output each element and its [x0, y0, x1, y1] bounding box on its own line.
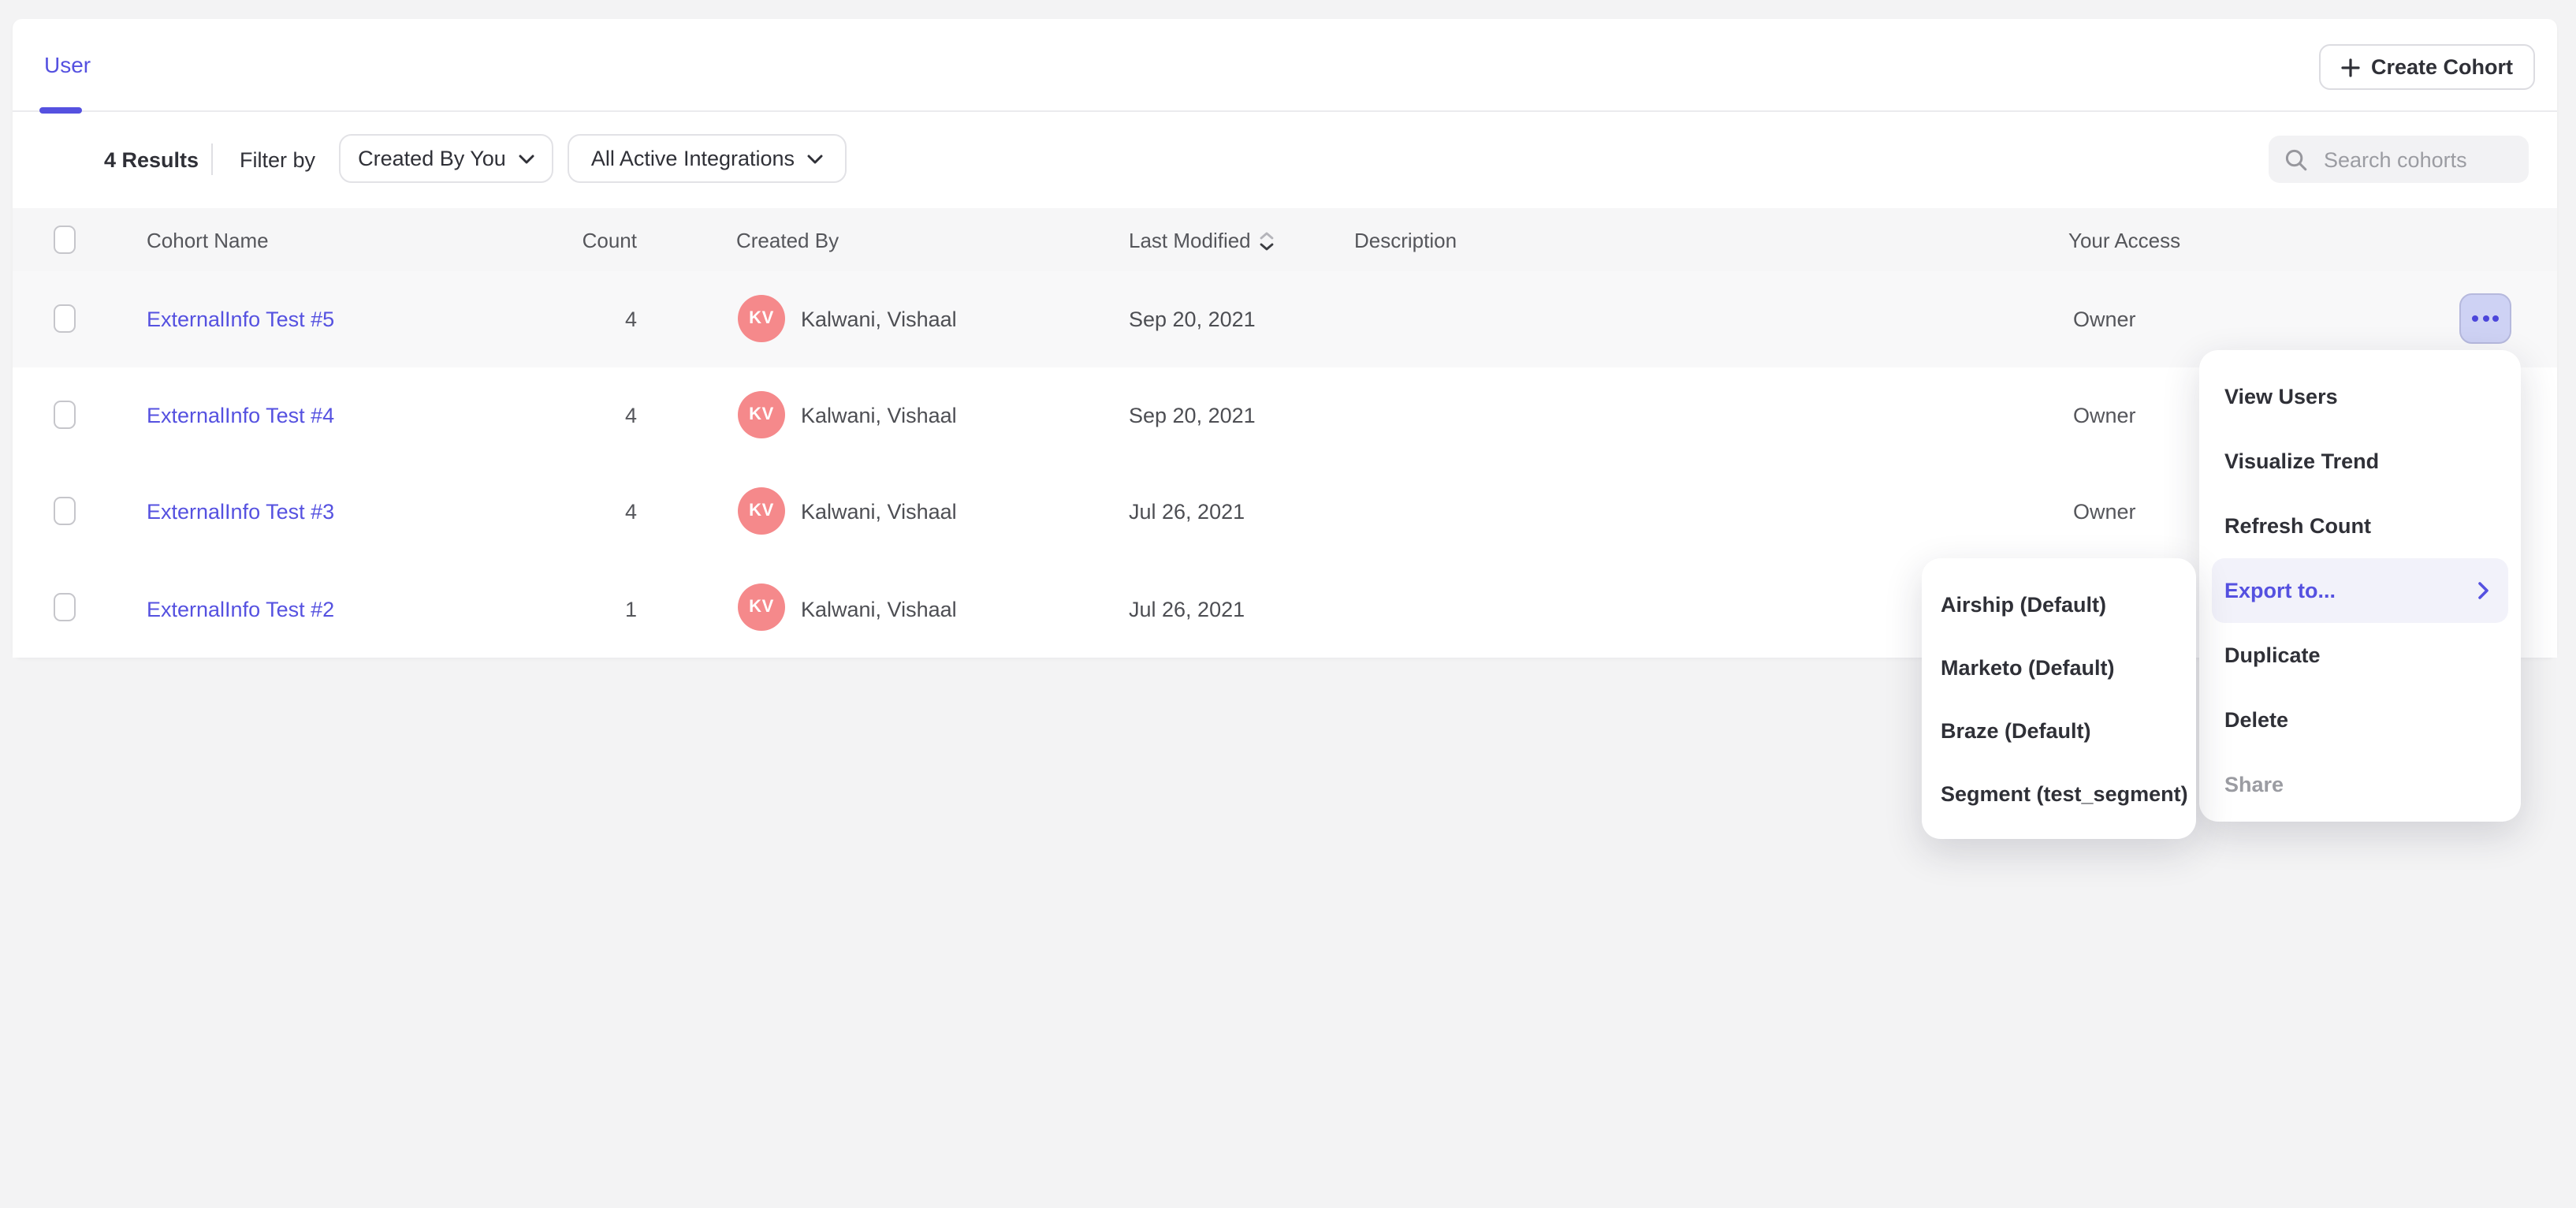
column-header-last-modified-label: Last Modified: [1129, 228, 1251, 252]
cohort-name-link[interactable]: ExternalInfo Test #4: [147, 367, 334, 464]
export-submenu: Airship (Default) Marketo (Default) Braz…: [1922, 558, 2196, 839]
avatar: KV: [738, 583, 785, 631]
count-cell: 1: [486, 560, 637, 658]
column-header-description[interactable]: Description: [1354, 208, 1457, 271]
tab-user-label: User: [44, 52, 91, 77]
count-cell: 4: [486, 367, 637, 464]
last-modified-cell: Jul 26, 2021: [1129, 464, 1245, 560]
avatar: KV: [738, 391, 785, 438]
submenu-item-marketo[interactable]: Marketo (Default): [1922, 636, 2196, 699]
row-checkbox[interactable]: [54, 497, 76, 525]
plus-icon: [2341, 58, 2360, 76]
tab-bar: User Create Cohort: [13, 19, 2557, 112]
menu-item-export-to-label: Export to...: [2224, 579, 2336, 602]
access-cell: Owner: [2073, 367, 2136, 464]
search-cohorts-input[interactable]: [2321, 146, 2513, 173]
chevron-right-icon: [2478, 582, 2489, 599]
last-modified-cell: Sep 20, 2021: [1129, 271, 1256, 367]
select-all-checkbox[interactable]: [54, 226, 76, 254]
column-header-your-access[interactable]: Your Access: [2068, 208, 2180, 271]
row-checkbox[interactable]: [54, 304, 76, 333]
submenu-item-airship[interactable]: Airship (Default): [1922, 572, 2196, 636]
menu-item-share: Share: [2199, 752, 2521, 817]
create-cohort-label: Create Cohort: [2371, 55, 2513, 79]
filter-by-label: Filter by: [240, 110, 315, 208]
cohort-name-link[interactable]: ExternalInfo Test #5: [147, 271, 334, 367]
column-header-last-modified[interactable]: Last Modified: [1129, 208, 1275, 271]
created-by-cell: Kalwani, Vishaal: [801, 367, 957, 464]
cohorts-page: User Create Cohort 4 Results Filter by C…: [0, 0, 2576, 1208]
create-cohort-button[interactable]: Create Cohort: [2319, 44, 2535, 90]
count-cell: 4: [486, 464, 637, 560]
row-checkbox[interactable]: [54, 593, 76, 621]
created-by-cell: Kalwani, Vishaal: [801, 464, 957, 560]
table-row[interactable]: ExternalInfo Test #4 4 KV Kalwani, Visha…: [13, 367, 2557, 465]
submenu-item-segment[interactable]: Segment (test_segment): [1922, 762, 2196, 825]
menu-item-export-to[interactable]: Export to...: [2212, 558, 2508, 623]
menu-item-delete[interactable]: Delete: [2199, 688, 2521, 752]
submenu-item-braze[interactable]: Braze (Default): [1922, 699, 2196, 762]
chevron-down-icon: [519, 154, 534, 163]
menu-item-duplicate[interactable]: Duplicate: [2199, 623, 2521, 688]
table-row[interactable]: ExternalInfo Test #5 4 KV Kalwani, Visha…: [13, 271, 2557, 369]
column-header-created-by[interactable]: Created By: [736, 208, 839, 271]
created-by-filter-dropdown[interactable]: Created By You: [339, 134, 553, 183]
results-count: 4 Results: [104, 110, 199, 208]
last-modified-cell: Jul 26, 2021: [1129, 560, 1245, 658]
created-by-filter-value: Created By You: [358, 147, 506, 170]
integrations-filter-value: All Active Integrations: [591, 147, 795, 170]
divider: [211, 144, 213, 175]
row-context-menu: View Users Visualize Trend Refresh Count…: [2199, 350, 2521, 822]
table-row[interactable]: ExternalInfo Test #3 4 KV Kalwani, Visha…: [13, 464, 2557, 561]
menu-item-view-users[interactable]: View Users: [2199, 364, 2521, 429]
cohort-name-link[interactable]: ExternalInfo Test #3: [147, 464, 334, 560]
avatar: KV: [738, 295, 785, 342]
ellipsis-icon: [2472, 315, 2478, 322]
column-header-cohort-name[interactable]: Cohort Name: [147, 208, 269, 271]
access-cell: Owner: [2073, 271, 2136, 367]
avatar: KV: [738, 487, 785, 535]
chevron-down-icon: [807, 154, 823, 163]
filter-bar: 4 Results Filter by Created By You All A…: [13, 110, 2557, 208]
created-by-cell: Kalwani, Vishaal: [801, 271, 957, 367]
sort-icon: [1260, 231, 1275, 250]
row-actions-button[interactable]: [2459, 293, 2511, 344]
cohort-name-link[interactable]: ExternalInfo Test #2: [147, 560, 334, 658]
row-checkbox[interactable]: [54, 401, 76, 429]
tab-user[interactable]: User: [44, 19, 91, 110]
column-header-count[interactable]: Count: [486, 208, 637, 271]
created-by-cell: Kalwani, Vishaal: [801, 560, 957, 658]
access-cell: Owner: [2073, 464, 2136, 560]
table-header: Cohort Name Count Created By Last Modifi…: [13, 208, 2557, 271]
menu-item-visualize-trend[interactable]: Visualize Trend: [2199, 429, 2521, 494]
count-cell: 4: [486, 271, 637, 367]
last-modified-cell: Sep 20, 2021: [1129, 367, 1256, 464]
integrations-filter-dropdown[interactable]: All Active Integrations: [568, 134, 847, 183]
search-cohorts-box: [2269, 136, 2529, 183]
search-icon: [2284, 147, 2308, 171]
menu-item-refresh-count[interactable]: Refresh Count: [2199, 494, 2521, 558]
